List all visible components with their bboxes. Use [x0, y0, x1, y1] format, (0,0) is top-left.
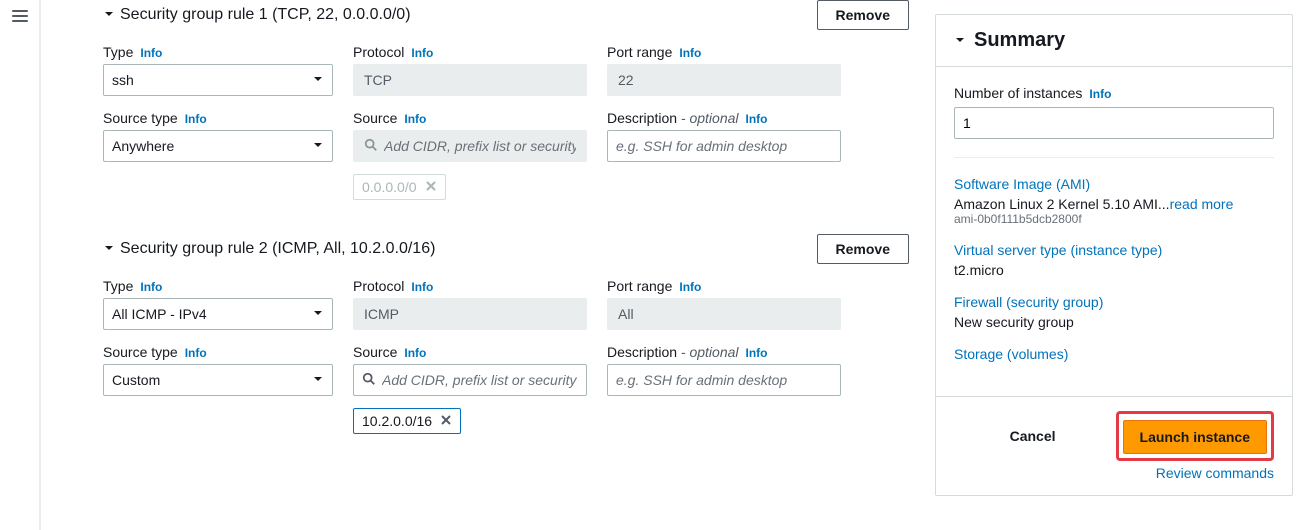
- chip-text: 10.2.0.0/16: [362, 413, 432, 429]
- info-link[interactable]: Info: [411, 46, 433, 60]
- chevron-down-icon: [312, 306, 324, 322]
- description-input[interactable]: [607, 364, 841, 396]
- cidr-chip[interactable]: 0.0.0.0/0: [353, 174, 446, 200]
- port-range-label: Port range: [607, 278, 672, 294]
- port-range-label: Port range: [607, 44, 672, 60]
- chip-text: 0.0.0.0/0: [362, 179, 417, 195]
- firewall-link[interactable]: Firewall (security group): [954, 294, 1270, 310]
- rule-title: Security group rule 1 (TCP, 22, 0.0.0.0/…: [120, 6, 411, 24]
- cancel-button[interactable]: Cancel: [1010, 428, 1056, 444]
- port-range-value: 22: [607, 64, 841, 96]
- source-label: Source: [353, 344, 397, 360]
- ami-readmore-link[interactable]: read more: [1170, 196, 1234, 212]
- protocol-label: Protocol: [353, 44, 404, 60]
- source-type-select[interactable]: Anywhere: [103, 130, 333, 162]
- info-link[interactable]: Info: [185, 112, 207, 126]
- hamburger-menu-icon[interactable]: [10, 6, 30, 26]
- info-link[interactable]: Info: [404, 346, 426, 360]
- cidr-chip[interactable]: 10.2.0.0/16: [353, 408, 461, 434]
- info-link[interactable]: Info: [404, 112, 426, 126]
- port-range-value: All: [607, 298, 841, 330]
- source-type-select[interactable]: Custom: [103, 364, 333, 396]
- search-icon: [362, 372, 376, 389]
- protocol-label: Protocol: [353, 278, 404, 294]
- chevron-down-icon: [312, 138, 324, 154]
- info-link[interactable]: Info: [746, 112, 768, 126]
- storage-link[interactable]: Storage (volumes): [954, 346, 1270, 362]
- search-icon: [364, 138, 378, 155]
- launch-instance-button[interactable]: Launch instance: [1123, 420, 1267, 454]
- instances-label: Number of instances: [954, 85, 1082, 101]
- ami-id: ami-0b0f111b5dcb2800f: [954, 212, 1270, 226]
- protocol-value: TCP: [353, 64, 587, 96]
- instances-input[interactable]: [954, 107, 1274, 139]
- remove-button[interactable]: Remove: [817, 234, 909, 264]
- protocol-value: ICMP: [353, 298, 587, 330]
- remove-button[interactable]: Remove: [817, 0, 909, 30]
- summary-title: Summary: [974, 29, 1065, 52]
- type-select[interactable]: All ICMP - IPv4: [103, 298, 333, 330]
- description-label: Description - optional: [607, 344, 739, 360]
- info-link[interactable]: Info: [1089, 87, 1111, 101]
- summary-caret-icon[interactable]: [954, 33, 966, 49]
- chevron-down-icon: [312, 372, 324, 388]
- review-commands-link[interactable]: Review commands: [954, 465, 1274, 481]
- instance-type-link[interactable]: Virtual server type (instance type): [954, 242, 1270, 258]
- type-label: Type: [103, 44, 133, 60]
- security-group-rule: Security group rule 2 (ICMP, All, 10.2.0…: [98, 234, 909, 434]
- source-type-label: Source type: [103, 110, 178, 126]
- source-type-label: Source type: [103, 344, 178, 360]
- source-input: [353, 130, 587, 162]
- info-link[interactable]: Info: [679, 280, 701, 294]
- ami-link[interactable]: Software Image (AMI): [954, 176, 1270, 192]
- summary-panel: Summary Number of instances Info Softwar…: [935, 14, 1293, 496]
- chevron-down-icon: [312, 72, 324, 88]
- info-link[interactable]: Info: [185, 346, 207, 360]
- remove-chip-icon[interactable]: [425, 179, 437, 195]
- rule-title: Security group rule 2 (ICMP, All, 10.2.0…: [120, 240, 435, 258]
- info-link[interactable]: Info: [746, 346, 768, 360]
- info-link[interactable]: Info: [411, 280, 433, 294]
- type-label: Type: [103, 278, 133, 294]
- rule-caret-icon[interactable]: [103, 241, 115, 257]
- security-group-rule: Security group rule 1 (TCP, 22, 0.0.0.0/…: [98, 0, 909, 200]
- description-label: Description - optional: [607, 110, 739, 126]
- ami-text: Amazon Linux 2 Kernel 5.10 AMI...: [954, 196, 1170, 212]
- description-input[interactable]: [607, 130, 841, 162]
- instance-type-value: t2.micro: [954, 262, 1270, 278]
- info-link[interactable]: Info: [140, 280, 162, 294]
- source-input[interactable]: [353, 364, 587, 396]
- firewall-value: New security group: [954, 314, 1270, 330]
- info-link[interactable]: Info: [140, 46, 162, 60]
- remove-chip-icon[interactable]: [440, 413, 452, 429]
- info-link[interactable]: Info: [679, 46, 701, 60]
- rule-caret-icon[interactable]: [103, 7, 115, 23]
- type-select[interactable]: ssh: [103, 64, 333, 96]
- source-label: Source: [353, 110, 397, 126]
